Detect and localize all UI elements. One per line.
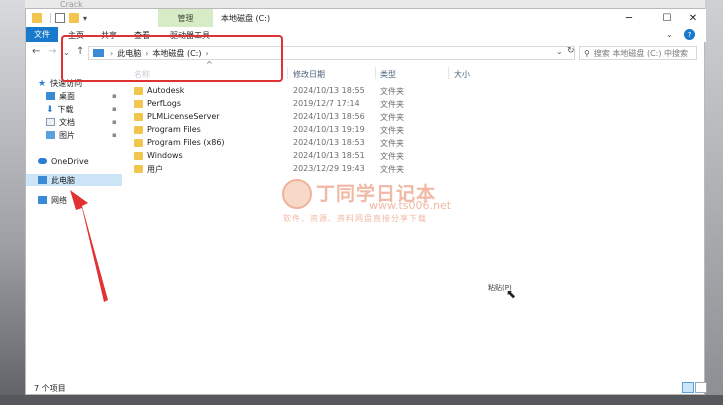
annotation-arrow [70,190,108,302]
